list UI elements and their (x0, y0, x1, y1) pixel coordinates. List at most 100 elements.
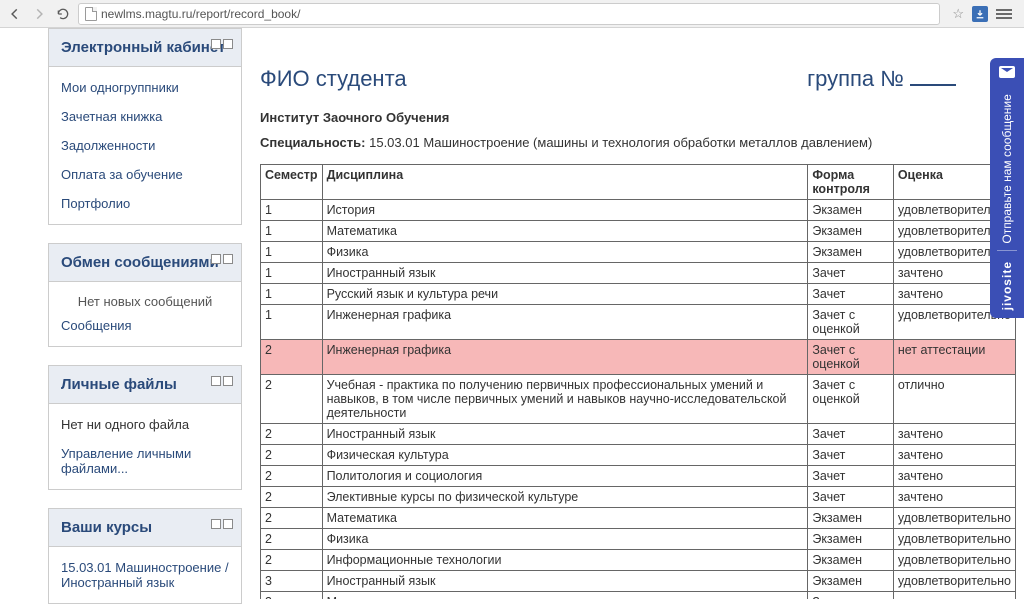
cell-disc: Информационные технологии (322, 550, 808, 571)
no-messages-text: Нет новых сообщений (49, 288, 241, 311)
settings-icon[interactable] (223, 519, 233, 529)
table-row: 1ИсторияЭкзаменудовлетворительно (261, 200, 1016, 221)
cell-form: Экзамен (808, 508, 893, 529)
cell-form: Экзамен (808, 571, 893, 592)
collapse-icon[interactable] (211, 376, 221, 386)
cell-sem: 2 (261, 424, 323, 445)
block-files-title: Личные файлы (49, 366, 241, 404)
cell-form: Зачет (808, 487, 893, 508)
speciality-line: Специальность: 15.03.01 Машиностроение (… (260, 135, 1016, 150)
address-bar[interactable] (78, 3, 940, 25)
block-cabinet-title: Электронный кабинет (49, 29, 241, 67)
institute-line: Институт Заочного Обучения (260, 110, 1016, 125)
cell-sem: 2 (261, 550, 323, 571)
table-row: 2Физическая культураЗачетзачтено (261, 445, 1016, 466)
cell-disc: Инженерная графика (322, 340, 808, 375)
table-row: 2Элективные курсы по физической культуре… (261, 487, 1016, 508)
col-semester: Семестр (261, 165, 323, 200)
manage-files-link[interactable]: Управление личными файлами... (49, 439, 241, 483)
table-row: 1Русский язык и культура речиЗачетзачтен… (261, 284, 1016, 305)
table-row: 2Инженерная графикаЗачет с оценкойнет ат… (261, 340, 1016, 375)
cell-form: Зачет (808, 284, 893, 305)
cell-sem: 2 (261, 466, 323, 487)
sidebar-item-cabinet-1[interactable]: Зачетная книжка (49, 102, 241, 131)
cell-disc: Русский язык и культура речи (322, 284, 808, 305)
forward-button[interactable] (30, 5, 48, 23)
url-input[interactable] (101, 7, 933, 21)
cell-form: Экзамен (808, 200, 893, 221)
cell-disc: Математика (322, 221, 808, 242)
cell-disc: Элективные курсы по физической культуре (322, 487, 808, 508)
cell-sem: 1 (261, 263, 323, 284)
cell-grade: зачтено (893, 424, 1015, 445)
sidebar: Электронный кабинет Мои одногруппникиЗач… (0, 28, 250, 599)
cell-sem: 2 (261, 375, 323, 424)
cell-grade: удовлетворительно (893, 508, 1015, 529)
cell-sem: 3 (261, 571, 323, 592)
settings-icon[interactable] (223, 39, 233, 49)
cell-sem: 2 (261, 340, 323, 375)
cell-disc: Политология и социология (322, 466, 808, 487)
cell-grade: удовлетворительно (893, 529, 1015, 550)
sidebar-item-cabinet-4[interactable]: Портфолио (49, 189, 241, 218)
table-row: 2ФизикаЭкзаменудовлетворительно (261, 529, 1016, 550)
mail-icon (999, 66, 1015, 78)
cell-disc: Иностранный язык (322, 424, 808, 445)
collapse-icon[interactable] (211, 39, 221, 49)
block-files: Личные файлы Нет ни одного файла Управле… (48, 365, 242, 490)
cell-grade: зачтено (893, 466, 1015, 487)
col-discipline: Дисциплина (322, 165, 808, 200)
collapse-icon[interactable] (211, 254, 221, 264)
sidebar-item-cabinet-3[interactable]: Оплата за обучение (49, 160, 241, 189)
block-courses-title: Ваши курсы (49, 509, 241, 547)
messages-link[interactable]: Сообщения (49, 311, 241, 340)
cell-form: Экзамен (808, 550, 893, 571)
cell-disc: История (322, 200, 808, 221)
cell-form: Зачет (808, 592, 893, 600)
table-row: 1МатематикаЭкзаменудовлетворительно (261, 221, 1016, 242)
sidebar-item-cabinet-0[interactable]: Мои одногруппники (49, 73, 241, 102)
settings-icon[interactable] (223, 376, 233, 386)
cell-grade: нет аттестации (893, 340, 1015, 375)
bookmark-star-icon[interactable]: ☆ (952, 6, 964, 22)
cell-sem: 1 (261, 305, 323, 340)
hamburger-menu-icon[interactable] (996, 9, 1012, 19)
collapse-icon[interactable] (211, 519, 221, 529)
table-row: 3МатематикаЗачетзачтено (261, 592, 1016, 600)
cell-form: Зачет (808, 445, 893, 466)
download-icon[interactable] (972, 6, 988, 22)
cell-grade: зачтено (893, 592, 1015, 600)
grades-table: Семестр Дисциплина Форма контроля Оценка… (260, 164, 1016, 599)
cell-sem: 3 (261, 592, 323, 600)
course-link-0[interactable]: 15.03.01 Машиностроение / Иностранный яз… (49, 553, 241, 597)
cell-form: Зачет (808, 263, 893, 284)
table-row: 1Иностранный языкЗачетзачтено (261, 263, 1016, 284)
cell-disc: Инженерная графика (322, 305, 808, 340)
cell-sem: 1 (261, 200, 323, 221)
main-content: ФИО студента группа № Институт Заочного … (250, 28, 1024, 599)
browser-toolbar: ☆ (0, 0, 1024, 28)
cell-form: Зачет с оценкой (808, 305, 893, 340)
table-row: 3Иностранный языкЭкзаменудовлетворительн… (261, 571, 1016, 592)
table-row: 2Политология и социологияЗачетзачтено (261, 466, 1016, 487)
cell-disc: Физика (322, 529, 808, 550)
cell-form: Зачет с оценкой (808, 340, 893, 375)
page-icon (85, 7, 97, 21)
cell-grade: отлично (893, 375, 1015, 424)
reload-button[interactable] (54, 5, 72, 23)
cell-disc: Иностранный язык (322, 263, 808, 284)
cell-grade: зачтено (893, 487, 1015, 508)
block-cabinet: Электронный кабинет Мои одногруппникиЗач… (48, 28, 242, 225)
back-button[interactable] (6, 5, 24, 23)
cell-grade: удовлетворительно (893, 571, 1015, 592)
cell-sem: 2 (261, 508, 323, 529)
no-files-text: Нет ни одного файла (49, 410, 241, 439)
sidebar-item-cabinet-2[interactable]: Задолженности (49, 131, 241, 160)
table-row: 2Иностранный языкЗачетзачтено (261, 424, 1016, 445)
col-form: Форма контроля (808, 165, 893, 200)
cell-disc: Учебная - практика по получению первичны… (322, 375, 808, 424)
jivosite-tab[interactable]: jivosite Отправьте нам сообщение (990, 58, 1024, 318)
cell-grade: удовлетворительно (893, 550, 1015, 571)
settings-icon[interactable] (223, 254, 233, 264)
cell-form: Зачет (808, 466, 893, 487)
